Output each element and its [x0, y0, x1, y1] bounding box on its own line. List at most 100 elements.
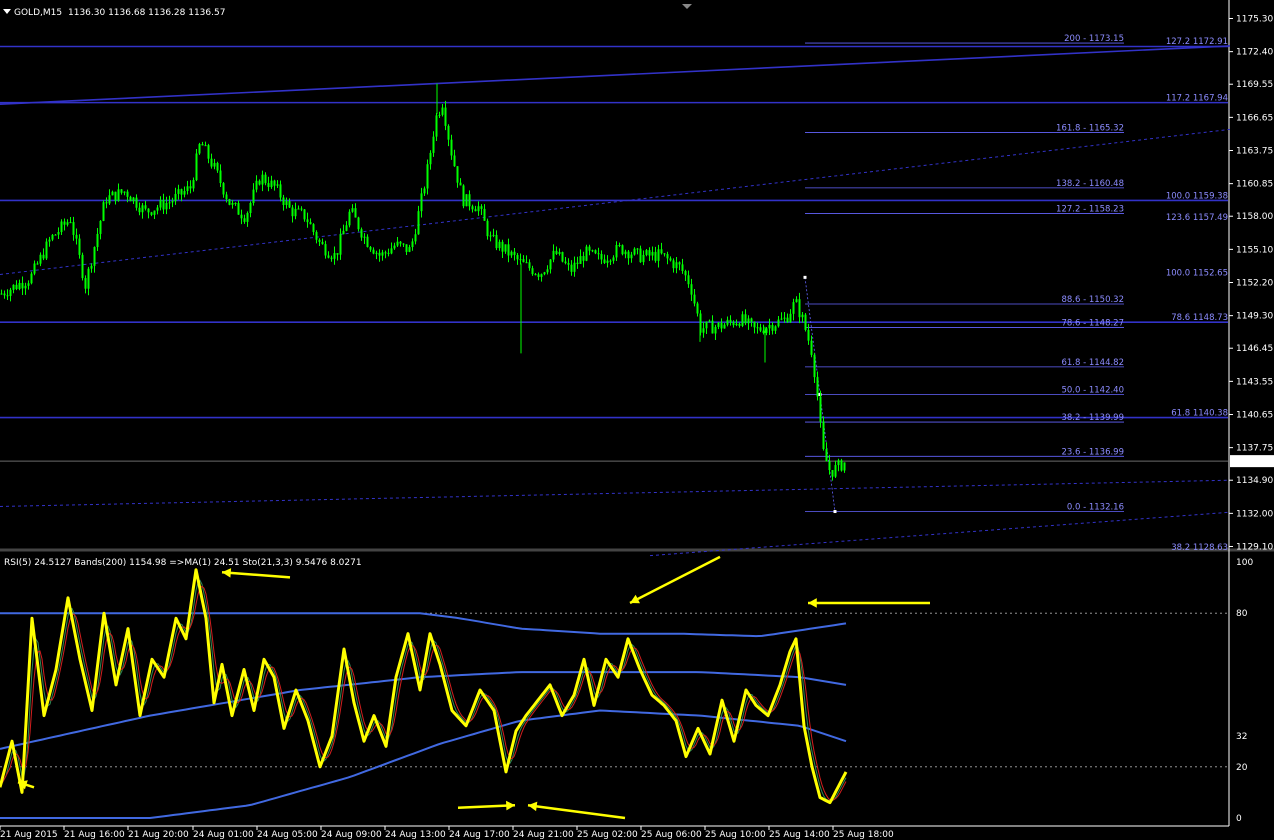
- candle-body: [207, 145, 210, 159]
- fib-anchor-point: [833, 510, 837, 514]
- candle-body: [96, 233, 99, 248]
- candle-body: [438, 114, 441, 116]
- fib-level-label: 117.2 1167.94: [1166, 94, 1228, 104]
- candle-body: [72, 222, 75, 235]
- price-tick-label: 1143.55: [1236, 377, 1273, 387]
- candle-body: [537, 274, 540, 277]
- candle-body: [3, 293, 6, 296]
- candle-body: [216, 163, 219, 171]
- candle-body: [405, 244, 408, 252]
- candle-body: [441, 107, 444, 115]
- price-tick-label: 1158.00: [1236, 212, 1273, 222]
- fib-anchor-point: [803, 275, 807, 279]
- candle-body: [246, 213, 249, 222]
- candle-body: [603, 259, 606, 263]
- candle-body: [549, 259, 552, 270]
- candle-body: [621, 245, 624, 255]
- candle-body: [363, 236, 366, 238]
- rsi-line: [0, 568, 848, 805]
- candle-body: [321, 241, 324, 245]
- candle-body: [783, 317, 786, 319]
- oscillator-tick-label: 32: [1236, 732, 1247, 742]
- candle-body: [39, 254, 42, 264]
- fib-level-label: 138.2 - 1160.48: [1056, 179, 1124, 189]
- candle-body: [696, 303, 699, 314]
- time-tick-label: 21 Aug 16:00: [64, 830, 125, 840]
- candle-body: [309, 222, 312, 225]
- candle-body: [312, 224, 315, 232]
- candle-body: [516, 254, 519, 260]
- candle-body: [501, 241, 504, 252]
- fib-level-label: 200 - 1173.15: [1064, 34, 1124, 44]
- candle-body: [249, 202, 252, 214]
- candle-body: [531, 268, 534, 275]
- oscillator-tick-label: 100: [1236, 558, 1253, 568]
- candle-body: [393, 245, 396, 249]
- candle-body: [18, 282, 21, 290]
- candle-body: [810, 340, 813, 355]
- candle-body: [774, 326, 777, 331]
- candle-body: [69, 222, 72, 224]
- candle-body: [132, 197, 135, 202]
- candle-body: [411, 241, 414, 248]
- candle-body: [225, 194, 228, 200]
- candle-body: [135, 197, 138, 208]
- oscillator-tick-label: 20: [1236, 763, 1248, 773]
- candle-body: [0, 293, 3, 295]
- candle-body: [432, 136, 435, 153]
- candle-body: [453, 155, 456, 167]
- fib-level-label: 61.8 1140.38: [1171, 409, 1228, 419]
- candle-body: [690, 284, 693, 295]
- candle-body: [744, 314, 747, 324]
- candle-body: [24, 285, 27, 289]
- candle-body: [576, 262, 579, 264]
- fib-level-label: 0.0 - 1132.16: [1067, 503, 1124, 513]
- candle-body: [108, 195, 111, 204]
- candle-body: [258, 180, 261, 185]
- candle-body: [102, 202, 105, 221]
- candle-body: [789, 313, 792, 323]
- fib-level-label: 38.2 - 1139.99: [1061, 413, 1124, 423]
- candle-body: [708, 320, 711, 322]
- candle-body: [510, 251, 513, 256]
- candle-body: [792, 302, 795, 314]
- candle-body: [777, 319, 780, 327]
- candle-body: [594, 250, 597, 254]
- candle-body: [465, 194, 468, 207]
- fib-level-label: 88.6 - 1150.32: [1061, 295, 1124, 305]
- fib-level-label: 50.0 - 1142.40: [1061, 386, 1124, 396]
- candle-body: [27, 283, 30, 286]
- candle-body: [813, 354, 816, 378]
- candle-body: [726, 319, 729, 325]
- candle-body: [357, 217, 360, 230]
- candle-body: [123, 191, 126, 193]
- oscillator-plot[interactable]: [0, 555, 1228, 820]
- price-tick-label: 1163.75: [1236, 147, 1273, 157]
- candle-body: [768, 324, 771, 329]
- candle-body: [336, 253, 339, 255]
- candle-body: [585, 246, 588, 261]
- candle-body: [261, 174, 264, 185]
- candle-body: [627, 251, 630, 259]
- time-tick-label: 24 Aug 05:00: [257, 830, 318, 840]
- candle-body: [483, 208, 486, 221]
- candle-body: [372, 249, 375, 254]
- candle-body: [750, 318, 753, 322]
- candle-body: [786, 317, 789, 323]
- candle-body: [714, 326, 717, 334]
- candle-body: [366, 236, 369, 247]
- candle-body: [480, 206, 483, 209]
- time-tick-label: 25 Aug 10:00: [705, 830, 766, 840]
- candle-body: [780, 318, 783, 320]
- candle-body: [33, 263, 36, 274]
- candle-body: [330, 257, 333, 259]
- annotation-arrow-head: [808, 598, 817, 608]
- candle-body: [228, 199, 231, 205]
- price-tick-label: 1146.45: [1236, 344, 1273, 354]
- candle-body: [462, 185, 465, 207]
- candle-body: [795, 299, 798, 303]
- candle-body: [651, 251, 654, 256]
- time-tick-label: 24 Aug 21:00: [513, 830, 574, 840]
- candle-body: [675, 262, 678, 269]
- candle-body: [129, 196, 132, 202]
